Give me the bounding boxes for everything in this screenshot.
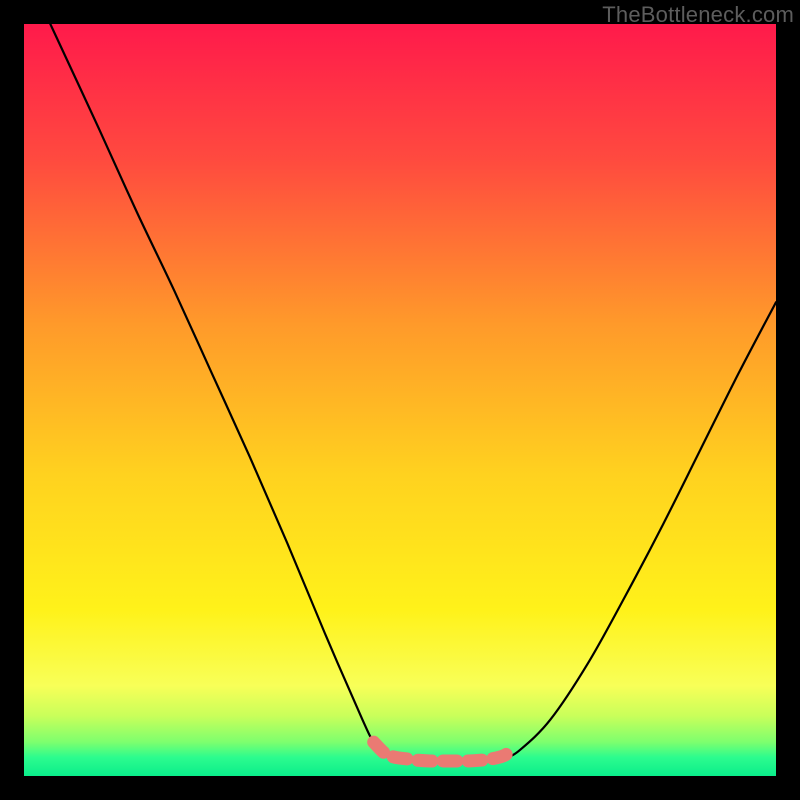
- bottleneck-chart: [24, 24, 776, 776]
- chart-frame: TheBottleneck.com: [0, 0, 800, 800]
- watermark-text: TheBottleneck.com: [602, 2, 794, 28]
- plot-area: [24, 24, 776, 776]
- gradient-background: [24, 24, 776, 776]
